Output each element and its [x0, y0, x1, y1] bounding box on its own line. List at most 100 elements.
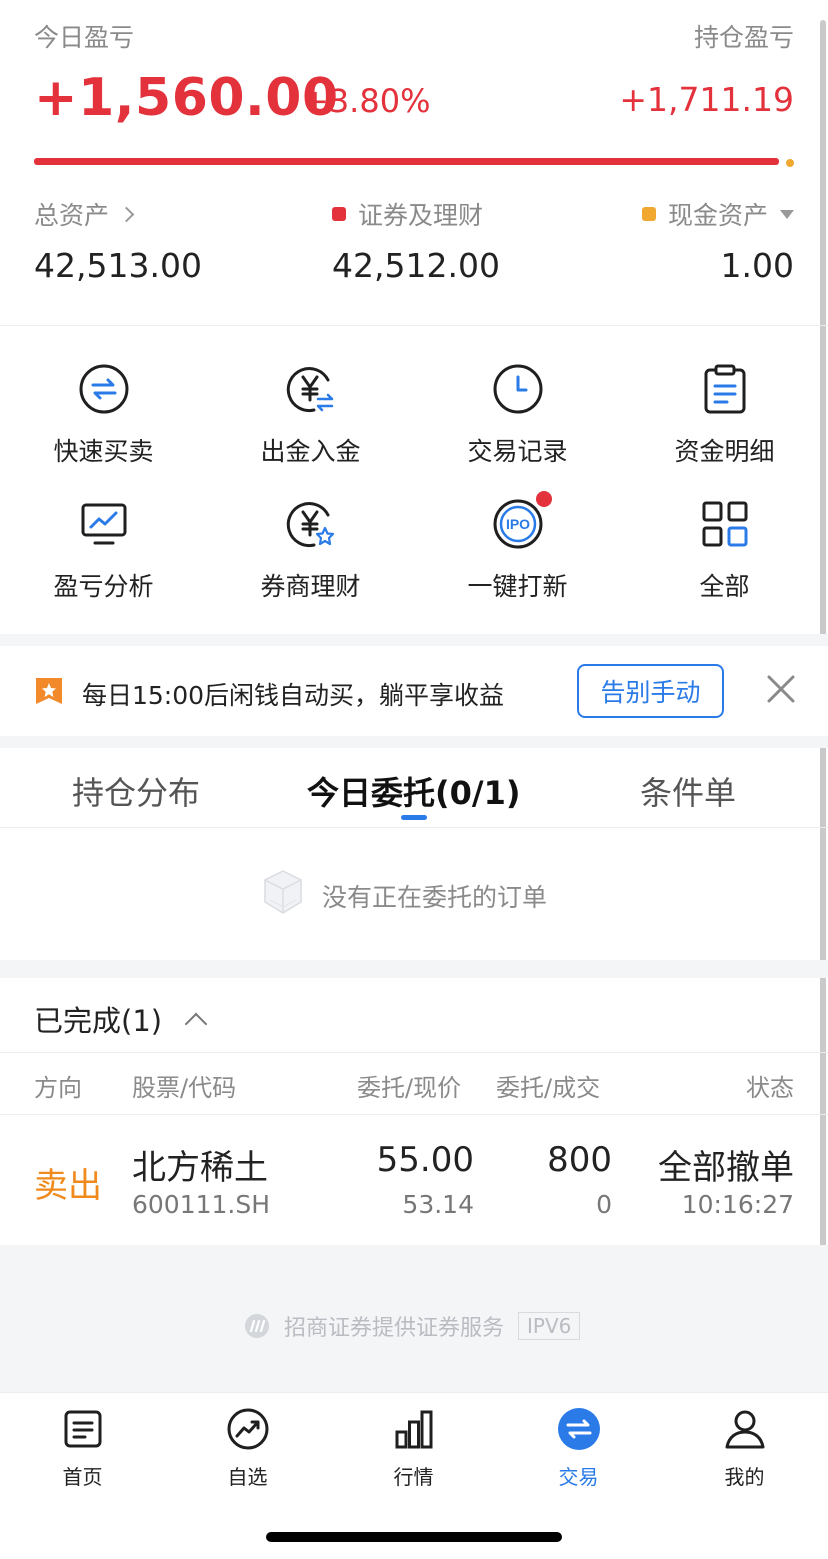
current-price: 53.14: [402, 1190, 474, 1219]
provider-text: 招商证券提供证券服务: [284, 1316, 505, 1341]
tab-conditional-orders[interactable]: 条件单: [640, 768, 736, 814]
total-assets-value: 42,513.00: [34, 246, 202, 285]
filled-quantity: 0: [596, 1190, 612, 1219]
all-functions-button[interactable]: 全部: [621, 475, 828, 605]
securities-legend-icon: [332, 207, 346, 221]
tab-holdings-distribution[interactable]: 持仓分布: [72, 768, 200, 814]
nav-label: 首页: [62, 1465, 103, 1489]
grid-icon: [702, 501, 747, 547]
quick-actions-grid: 快速买卖 出金入金 交易记录 资金明细 盈亏分析 券商理财 IPO 一键打新 全…: [0, 340, 828, 620]
fund-details-button[interactable]: 资金明细: [621, 340, 828, 470]
asset-summary: 总资产 42,513.00 证券及理财 42,512.00 现金资产 1.00: [34, 190, 794, 300]
chevron-right-icon: [118, 206, 135, 222]
home-indicator[interactable]: [266, 1532, 562, 1542]
today-pl-percent: +3.80%: [302, 82, 431, 120]
divider: [0, 325, 828, 326]
nav-trade[interactable]: 交易: [496, 1407, 661, 1490]
caret-down-icon: [780, 209, 794, 219]
order-quantity: 800: [547, 1140, 612, 1180]
clipboard-icon: [704, 364, 745, 414]
today-pl-label: 今日盈亏: [34, 23, 135, 52]
ipv6-badge: IPV6: [518, 1312, 581, 1340]
yuan-transfer-icon: [286, 367, 333, 413]
active-tab-indicator: [401, 815, 427, 820]
trade-page: { "header": { "today_pl_label": "今日盈亏", …: [0, 0, 828, 1559]
trade-records-button[interactable]: 交易记录: [414, 340, 621, 470]
broker-wealth-button[interactable]: 券商理财: [207, 475, 414, 605]
nav-label: 交易: [558, 1465, 599, 1489]
empty-message: 没有正在委托的订单: [322, 883, 548, 912]
home-doc-icon: [64, 1410, 101, 1448]
trade-swap-icon: [557, 1408, 600, 1450]
today-pl-value: +1,560.00: [34, 68, 339, 128]
cash-label: 现金资产: [667, 201, 768, 230]
order-direction: 卖出: [34, 1166, 102, 1206]
nav-label: 我的: [724, 1465, 765, 1489]
tab-today-orders[interactable]: 今日委托(0/1): [307, 768, 520, 814]
section-gap: [0, 634, 828, 646]
nav-label: 自选: [227, 1465, 268, 1489]
completed-section-toggle[interactable]: 已完成(1): [34, 998, 208, 1040]
holding-pl-value: +1,711.19: [619, 80, 794, 119]
column-header-quantity: 委托/成交: [496, 1074, 601, 1102]
swap-icon: [79, 364, 128, 414]
monitor-chart-icon: [81, 503, 126, 545]
total-assets-label: 总资产: [34, 201, 110, 230]
bar-chart-icon: [395, 1410, 432, 1449]
empty-box-icon: [264, 870, 302, 914]
cash-legend-icon: [641, 207, 656, 221]
bookmark-star-icon: [36, 678, 62, 704]
completed-title: 已完成(1): [34, 1004, 163, 1038]
nav-watchlist[interactable]: 自选: [165, 1407, 330, 1490]
quick-action-label: 盈亏分析: [53, 572, 154, 601]
clock-icon: [493, 364, 542, 414]
deposit-withdraw-button[interactable]: 出金入金: [207, 340, 414, 470]
orders-tabs: 持仓分布 今日委托(0/1) 条件单: [0, 748, 828, 828]
yuan-star-icon: [286, 502, 334, 548]
close-icon[interactable]: [764, 672, 798, 706]
ipo-icon: IPO: [493, 499, 542, 549]
cash-value: 1.00: [720, 246, 794, 285]
nav-market[interactable]: 行情: [331, 1407, 496, 1490]
nav-home[interactable]: 首页: [0, 1407, 165, 1490]
quick-action-label: 快速买卖: [53, 437, 154, 466]
pl-ratio-cash-dot: [786, 159, 794, 167]
securities-value: 42,512.00: [332, 246, 500, 285]
divider: [0, 1114, 828, 1115]
promo-text: 每日15:00后闲钱自动买，躺平享收益: [82, 681, 505, 710]
quick-action-label: 资金明细: [674, 437, 775, 466]
chevron-up-icon: [184, 1012, 208, 1036]
securities-label: 证券及理财: [358, 201, 484, 230]
notification-dot: [536, 491, 552, 507]
promo-banner[interactable]: 每日15:00后闲钱自动买，躺平享收益 告别手动: [0, 646, 828, 736]
order-status: 全部撤单: [658, 1148, 794, 1188]
trend-circle-icon: [227, 1408, 268, 1450]
empty-state: 没有正在委托的订单: [0, 828, 828, 960]
quick-action-label: 交易记录: [467, 437, 568, 466]
promo-cta-button[interactable]: 告别手动: [577, 664, 724, 718]
pl-analysis-button[interactable]: 盈亏分析: [0, 475, 207, 605]
stock-name: 北方稀土: [132, 1148, 268, 1188]
cash-assets-dropdown[interactable]: 现金资产: [641, 196, 794, 232]
total-assets-link[interactable]: 总资产: [34, 196, 135, 232]
quick-action-label: 全部: [699, 572, 750, 601]
divider: [0, 1052, 828, 1053]
nav-label: 行情: [393, 1465, 434, 1489]
stock-code: 600111.SH: [132, 1190, 271, 1219]
user-icon: [725, 1410, 764, 1449]
column-header-stock: 股票/代码: [132, 1074, 237, 1102]
quick-action-label: 一键打新: [467, 572, 568, 601]
svg-text:IPO: IPO: [505, 516, 529, 532]
holding-pl-label: 持仓盈亏: [693, 23, 794, 52]
ipo-subscribe-button[interactable]: IPO 一键打新: [414, 475, 621, 605]
securities-label-group: 证券及理财: [332, 196, 483, 232]
pl-ratio-bar: [34, 158, 779, 165]
column-header-direction: 方向: [34, 1074, 82, 1102]
broker-logo-icon: [245, 1314, 269, 1338]
quick-action-label: 出金入金: [260, 437, 361, 466]
quick-trade-button[interactable]: 快速买卖: [0, 340, 207, 470]
column-header-status: 状态: [746, 1074, 794, 1102]
order-time: 10:16:27: [681, 1190, 794, 1219]
column-header-price: 委托/现价: [357, 1074, 462, 1102]
nav-profile[interactable]: 我的: [662, 1407, 827, 1490]
